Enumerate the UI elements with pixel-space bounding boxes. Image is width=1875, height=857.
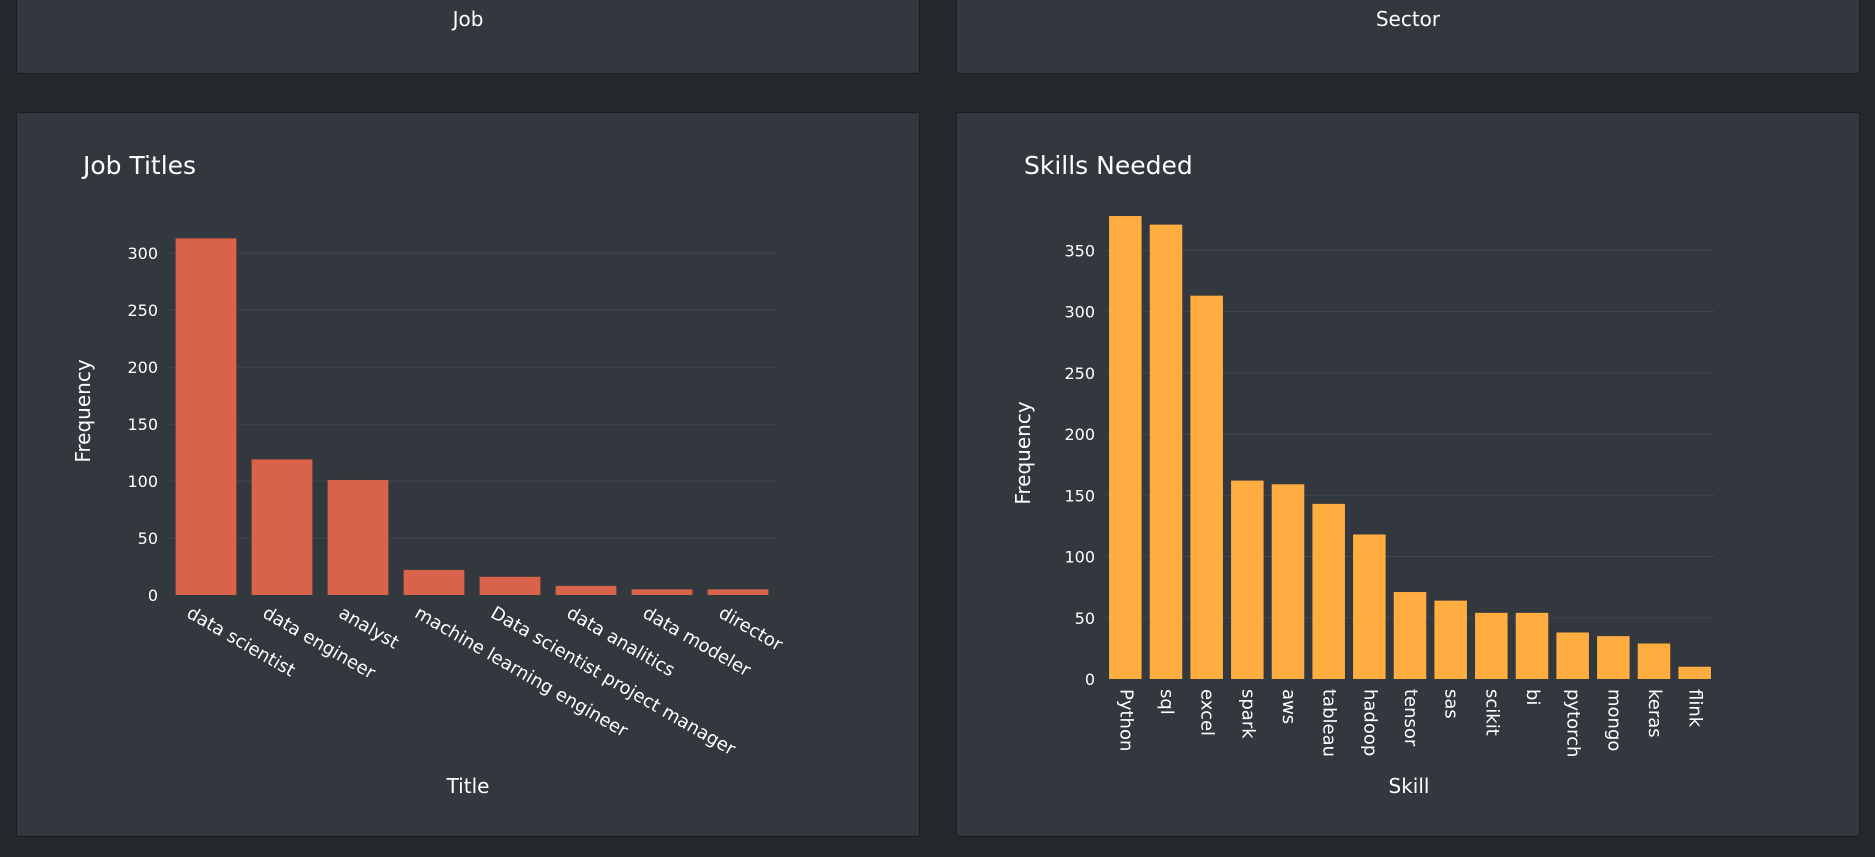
y-tick-label: 100 xyxy=(127,472,158,491)
y-axis-ticks: 0 50 100 150 200 250 300 xyxy=(127,244,158,605)
chart-title: Job Titles xyxy=(81,151,196,180)
bar-data-modeler[interactable] xyxy=(631,589,693,595)
bar-machine-learning-engineer[interactable] xyxy=(403,569,465,595)
y-tick-label: 0 xyxy=(1085,670,1095,689)
y-tick-label: 200 xyxy=(1064,425,1095,444)
bar-data-scientist[interactable] xyxy=(175,238,237,595)
skills-needed-chart: Skills Needed 0 50 100 150 200 250 300 350 Pyth… xyxy=(1011,151,1715,798)
job-titles-card: Job Titles 0 50 100 150 200 250 300 data scien… xyxy=(16,112,920,837)
x-tick-label: sas xyxy=(1441,689,1462,719)
x-tick-label: tableau xyxy=(1319,689,1340,757)
x-axis-label: Title xyxy=(446,774,490,798)
job-titles-chart: Job Titles 0 50 100 150 200 250 300 data scien… xyxy=(71,151,787,798)
bar-keras[interactable] xyxy=(1637,643,1671,679)
x-tick-label: pytorch xyxy=(1563,689,1584,757)
bars xyxy=(1109,216,1711,679)
x-tick-label: bi xyxy=(1522,689,1543,705)
bar-director[interactable] xyxy=(707,589,769,595)
y-tick-label: 200 xyxy=(127,358,158,377)
x-tick-label: aws xyxy=(1278,689,1299,724)
y-axis-label: Frequency xyxy=(71,359,95,462)
bar-python[interactable] xyxy=(1109,216,1142,679)
y-tick-label: 300 xyxy=(1064,303,1095,322)
bar-tensor[interactable] xyxy=(1393,592,1427,679)
x-tick-label: excel xyxy=(1197,689,1218,736)
x-tick-label: tensor xyxy=(1400,689,1421,747)
bars xyxy=(175,238,769,595)
y-tick-label: 300 xyxy=(127,244,158,263)
y-tick-label: 250 xyxy=(127,301,158,320)
x-axis-label: Skill xyxy=(1389,774,1430,798)
bar-bi[interactable] xyxy=(1515,612,1549,679)
y-tick-label: 150 xyxy=(127,415,158,434)
y-tick-label: 50 xyxy=(138,529,158,548)
sector-card-label: Sector xyxy=(1375,7,1441,31)
job-card-label: Job xyxy=(452,7,484,31)
y-tick-label: 0 xyxy=(148,586,158,605)
job-filter-card: Job xyxy=(16,0,920,74)
bar-sas[interactable] xyxy=(1434,600,1467,679)
bar-analyst[interactable] xyxy=(327,479,389,595)
chart-title: Skills Needed xyxy=(1024,151,1193,180)
bar-scikit[interactable] xyxy=(1475,612,1508,679)
x-tick-label: sql xyxy=(1156,689,1177,715)
x-tick-label: keras xyxy=(1644,689,1665,738)
skills-needed-card: Skills Needed 0 50 100 150 200 250 300 350 Pyth… xyxy=(956,112,1860,837)
bar-spark[interactable] xyxy=(1231,480,1264,679)
y-tick-label: 150 xyxy=(1064,486,1095,505)
bar-flink[interactable] xyxy=(1678,666,1711,679)
bar-data-analitics[interactable] xyxy=(555,585,617,595)
bar-data-engineer[interactable] xyxy=(251,459,313,595)
bar-data-scientist-project-manager[interactable] xyxy=(479,576,541,595)
x-tick-label: Python xyxy=(1115,689,1136,751)
bar-sql[interactable] xyxy=(1149,224,1183,679)
x-tick-label: hadoop xyxy=(1359,689,1380,756)
bar-hadoop[interactable] xyxy=(1353,534,1386,679)
bar-pytorch[interactable] xyxy=(1556,632,1589,679)
x-tick-label: spark xyxy=(1237,689,1258,739)
bar-aws[interactable] xyxy=(1271,484,1305,679)
y-axis-label: Frequency xyxy=(1011,401,1035,504)
bar-mongo[interactable] xyxy=(1597,636,1630,679)
y-tick-label: 50 xyxy=(1075,609,1095,628)
x-tick-label: scikit xyxy=(1481,689,1502,736)
x-tick-label: flink xyxy=(1685,689,1706,728)
bar-tableau[interactable] xyxy=(1312,503,1345,679)
x-axis-ticks: Python sql excel spark aws tableau hadoop tenso… xyxy=(1115,689,1705,757)
y-tick-label: 350 xyxy=(1064,241,1095,260)
y-tick-label: 250 xyxy=(1064,364,1095,383)
x-tick-label: mongo xyxy=(1603,689,1624,751)
y-axis-ticks: 0 50 100 150 200 250 300 350 xyxy=(1064,241,1095,689)
bar-excel[interactable] xyxy=(1190,295,1223,679)
y-tick-label: 100 xyxy=(1064,548,1095,567)
x-axis-ticks: data scientistdata engineeranalyst machin… xyxy=(183,602,787,760)
sector-filter-card: Sector xyxy=(956,0,1860,74)
